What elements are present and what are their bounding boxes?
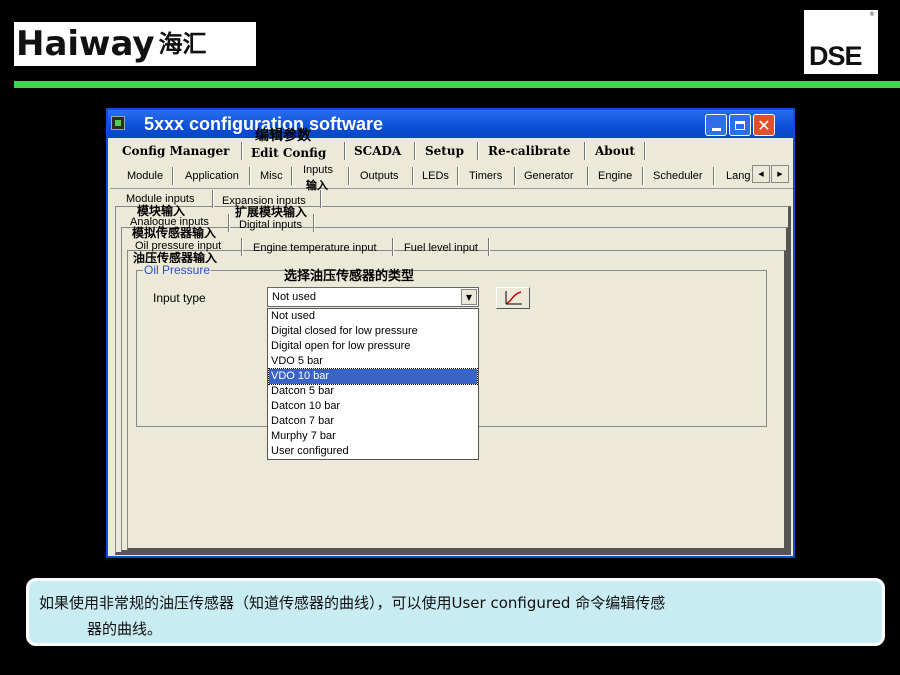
oil-pressure-group-title: Oil Pressure	[143, 263, 212, 277]
expansion-inputs-annotation: 扩展模块输入	[235, 205, 308, 219]
tab-separator	[320, 190, 321, 208]
scroll-left-icon[interactable]: ◀	[752, 165, 770, 183]
tab-separator	[488, 238, 489, 256]
input-type-select[interactable]: Not used ▼	[267, 287, 479, 307]
minimize-icon	[711, 127, 721, 131]
caption-line-2: 器的曲线。	[87, 620, 163, 638]
tab-generator[interactable]: Generator	[524, 170, 574, 182]
scroll-right-icon[interactable]: ▶	[771, 165, 789, 183]
tab-scroll-arrows: ◀ ▶	[752, 165, 790, 183]
menu-config-manager[interactable]: Config Manager	[122, 144, 229, 158]
tab-separator	[642, 167, 643, 185]
menu-separator	[477, 142, 478, 160]
tab-lang[interactable]: Lang	[726, 170, 750, 182]
edit-curve-button[interactable]	[496, 287, 530, 309]
chevron-down-icon[interactable]: ▼	[461, 289, 477, 305]
inputs-annotation: 输入	[306, 179, 328, 192]
tab-separator	[457, 167, 458, 185]
menu-separator	[241, 142, 242, 160]
header-divider	[14, 81, 900, 88]
option-not-used[interactable]: Not used	[269, 309, 477, 324]
input-type-value: Not used	[272, 291, 317, 303]
haiway-logo-text: Haiway	[16, 24, 155, 64]
tab-scheduler[interactable]: Scheduler	[653, 170, 703, 182]
tab-separator	[313, 214, 314, 232]
analogue-inputs-annotation: 模拟传感器输入	[132, 226, 217, 240]
menu-edit-config[interactable]: Edit Config	[251, 146, 326, 160]
tab-separator	[291, 167, 292, 185]
menu-separator	[344, 142, 345, 160]
tab-misc[interactable]: Misc	[260, 170, 283, 182]
tab-separator	[172, 167, 173, 185]
tab-digital-inputs[interactable]: Digital inputs	[239, 219, 302, 231]
config-software-window: 5xxx configuration software ✕ Config Man…	[106, 108, 795, 558]
tab-separator	[348, 167, 349, 185]
menu-scada[interactable]: SCADA	[354, 144, 401, 158]
option-datcon-10-bar[interactable]: Datcon 10 bar	[269, 399, 477, 414]
main-menubar: Config Manager Edit Config SCADA Setup R…	[108, 138, 793, 164]
haiway-logo: Haiway 海汇	[14, 22, 256, 66]
tab-separator	[212, 190, 213, 208]
option-vdo-5-bar[interactable]: VDO 5 bar	[269, 354, 477, 369]
maximize-button[interactable]	[729, 114, 751, 136]
input-type-label: Input type	[153, 291, 206, 305]
tab-separator	[587, 167, 588, 185]
caption-line-1: 如果使用非常规的油压传感器（知道传感器的曲线），可以使用User configu…	[39, 594, 666, 612]
tab-inputs[interactable]: Inputs	[303, 164, 333, 176]
option-digital-open[interactable]: Digital open for low pressure	[269, 339, 477, 354]
menu-about[interactable]: About	[595, 144, 635, 158]
tab-separator	[241, 238, 242, 256]
tab-separator	[713, 167, 714, 185]
dse-logo: ® DSE	[804, 10, 878, 74]
select-type-annotation: 选择油压传感器的类型	[284, 269, 415, 284]
close-button[interactable]: ✕	[753, 114, 775, 136]
option-datcon-5-bar[interactable]: Datcon 5 bar	[269, 384, 477, 399]
dse-logo-text: DSE	[809, 41, 863, 71]
tab-separator	[514, 167, 515, 185]
menu-recalibrate[interactable]: Re-calibrate	[488, 144, 570, 158]
config-tabs: Module Application Misc Inputs Outputs L…	[110, 164, 793, 189]
input-type-options-list: Not used Digital closed for low pressure…	[267, 308, 479, 460]
option-vdo-10-bar[interactable]: VDO 10 bar	[268, 368, 478, 385]
maximize-icon	[735, 120, 745, 130]
tab-engine[interactable]: Engine	[598, 170, 632, 182]
option-murphy-7-bar[interactable]: Murphy 7 bar	[269, 429, 477, 444]
option-digital-closed[interactable]: Digital closed for low pressure	[269, 324, 477, 339]
option-datcon-7-bar[interactable]: Datcon 7 bar	[269, 414, 477, 429]
tab-leds[interactable]: LEDs	[422, 170, 449, 182]
tab-separator	[249, 167, 250, 185]
dse-registered-mark: ®	[869, 11, 875, 18]
tab-separator	[412, 167, 413, 185]
app-icon	[111, 116, 125, 130]
window-titlebar[interactable]: 5xxx configuration software ✕	[108, 110, 793, 138]
close-icon: ✕	[757, 115, 771, 135]
tab-engine-temperature-input[interactable]: Engine temperature input	[253, 242, 377, 254]
tab-separator	[392, 238, 393, 256]
menu-separator	[644, 142, 645, 160]
minimize-button[interactable]	[705, 114, 727, 136]
tab-outputs[interactable]: Outputs	[360, 170, 399, 182]
option-user-configured[interactable]: User configured	[269, 444, 477, 459]
tab-fuel-level-input[interactable]: Fuel level input	[404, 242, 478, 254]
tab-timers[interactable]: Timers	[469, 170, 502, 182]
tab-application[interactable]: Application	[185, 170, 239, 182]
menu-separator	[584, 142, 585, 160]
tab-module[interactable]: Module	[127, 170, 163, 182]
curve-editor-icon	[505, 291, 522, 305]
tab-separator	[228, 214, 229, 232]
caption-box: 如果使用非常规的油压传感器（知道传感器的曲线），可以使用User configu…	[26, 578, 885, 646]
edit-config-annotation: 编辑参数	[255, 128, 311, 144]
haiway-logo-cn: 海汇	[158, 30, 207, 58]
menu-setup[interactable]: Setup	[425, 144, 464, 158]
menu-separator	[414, 142, 415, 160]
